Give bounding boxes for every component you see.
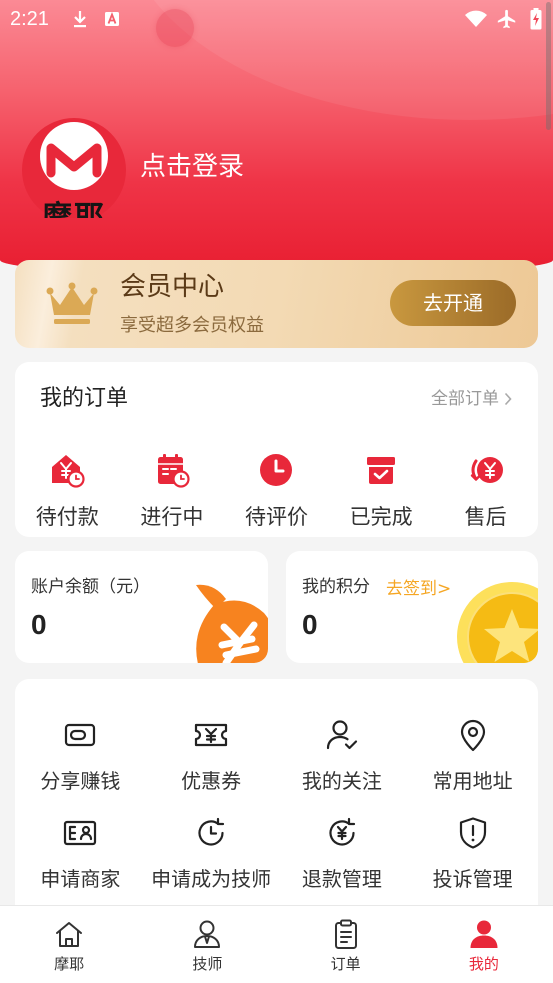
home-icon [53, 918, 85, 950]
status-time: 2:21 [10, 8, 49, 30]
orders-title: 我的订单 [40, 386, 129, 411]
service-apply-merchant[interactable]: 申请商家 [15, 815, 146, 891]
bottom-nav: 摩耶 技师 订单 我的 [0, 905, 553, 983]
follow-user-icon [324, 717, 360, 753]
service-label: 投诉管理 [432, 867, 513, 891]
service-coupons[interactable]: 优惠券 [146, 717, 277, 793]
service-label: 退款管理 [301, 867, 382, 891]
check-in-link[interactable]: 去签到> [386, 578, 451, 600]
account-balance-card[interactable]: 账户余额（元） 0 [15, 551, 268, 663]
battery-charging-icon [530, 8, 542, 30]
service-addresses[interactable]: 常用地址 [407, 717, 538, 793]
service-label: 常用地址 [432, 769, 513, 793]
service-refunds[interactable]: 退款管理 [277, 815, 408, 891]
download-icon [72, 10, 88, 28]
after-sales-icon [468, 452, 504, 488]
wallet-icon [62, 717, 98, 753]
services-grid: 分享赚钱 优惠券 我的关注 常用地址 申请商家 申请成为技师 退款管理 投诉管理 [15, 717, 538, 891]
completed-box-icon [363, 452, 399, 488]
order-status-label: 进行中 [140, 505, 204, 529]
in-progress-calendar-icon [154, 452, 190, 488]
coupon-icon [193, 717, 229, 753]
nav-tab-orders[interactable]: 订单 [277, 906, 415, 983]
order-status-in-progress[interactable]: 进行中 [120, 452, 225, 529]
technician-icon [191, 918, 223, 950]
nav-label: 摩耶 [54, 955, 85, 973]
chevron-right-icon [499, 392, 512, 406]
member-subtitle: 享受超多会员权益 [120, 315, 264, 336]
a-box-icon [104, 11, 120, 27]
order-status-to-review[interactable]: 待评价 [224, 452, 329, 529]
order-status-label: 待评价 [244, 505, 308, 529]
order-status-pending-payment[interactable]: 待付款 [15, 452, 120, 529]
member-title: 会员中心 [120, 272, 225, 302]
balance-value: 0 [31, 609, 47, 640]
money-bag-icon [180, 579, 268, 663]
nav-label: 订单 [330, 955, 361, 973]
all-orders-label: 全部订单 [431, 389, 499, 409]
services-card: 分享赚钱 优惠券 我的关注 常用地址 申请商家 申请成为技师 退款管理 投诉管理 [15, 679, 538, 919]
shield-alert-icon [455, 815, 491, 851]
review-clock-icon [258, 452, 294, 488]
service-share-earn[interactable]: 分享赚钱 [15, 717, 146, 793]
gold-coin-icon [456, 581, 538, 663]
order-status-label: 售后 [464, 505, 507, 529]
order-status-row: 待付款 进行中 待评价 已完成 售后 [15, 452, 538, 529]
service-apply-technician[interactable]: 申请成为技师 [146, 815, 277, 891]
status-bar: 2:21 [0, 0, 553, 38]
order-status-label: 已完成 [349, 505, 413, 529]
clipboard-icon [330, 918, 362, 950]
pending-payment-icon [49, 452, 85, 488]
user-filled-icon [468, 918, 500, 950]
points-value: 0 [302, 609, 318, 640]
order-status-completed[interactable]: 已完成 [329, 452, 434, 529]
order-status-label: 待付款 [35, 505, 99, 529]
app-logo[interactable]: 摩耶 [22, 118, 126, 218]
nav-label: 我的 [468, 955, 499, 973]
order-status-after-sales[interactable]: 售后 [433, 452, 538, 529]
service-complaints[interactable]: 投诉管理 [407, 815, 538, 891]
points-card[interactable]: 我的积分 去签到> 0 [286, 551, 538, 663]
nav-tab-home[interactable]: 摩耶 [0, 906, 138, 983]
all-orders-link[interactable]: 全部订单 [431, 388, 512, 410]
service-label: 申请成为技师 [151, 867, 272, 891]
airplane-icon [496, 8, 518, 30]
balance-label: 账户余额（元） [31, 577, 150, 597]
logo-text: 摩耶 [42, 200, 106, 219]
points-label: 我的积分 [302, 577, 370, 597]
clock-refresh-icon [193, 815, 229, 851]
wifi-icon [464, 10, 488, 28]
login-link[interactable]: 点击登录 [140, 151, 244, 183]
nav-label: 技师 [192, 955, 223, 973]
member-center-card[interactable]: 会员中心 享受超多会员权益 去开通 [15, 260, 538, 348]
profile-header: 摩耶 点击登录 [0, 0, 553, 276]
service-label: 我的关注 [301, 769, 382, 793]
nav-tab-technician[interactable]: 技师 [138, 906, 276, 983]
service-following[interactable]: 我的关注 [277, 717, 408, 793]
my-orders-card: 我的订单 全部订单 待付款 进行中 待评价 已完成 售后 [15, 362, 538, 537]
crown-icon [45, 281, 99, 327]
service-label: 优惠券 [181, 769, 242, 793]
refund-icon [324, 815, 360, 851]
service-label: 分享赚钱 [40, 769, 121, 793]
location-pin-icon [455, 717, 491, 753]
merchant-card-icon [62, 815, 98, 851]
nav-tab-me[interactable]: 我的 [415, 906, 553, 983]
activate-membership-button[interactable]: 去开通 [390, 280, 516, 326]
service-label: 申请商家 [40, 867, 121, 891]
scrollbar[interactable] [546, 2, 551, 130]
